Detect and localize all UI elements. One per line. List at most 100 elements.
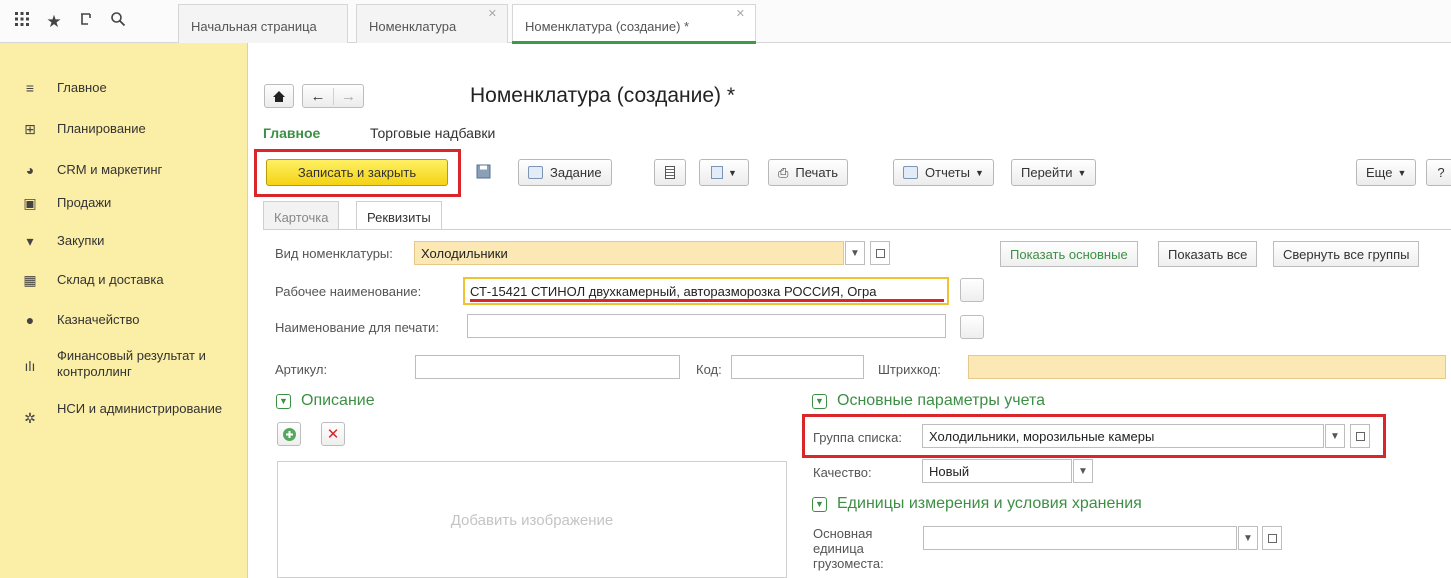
quality-dropdown-button[interactable]: ▼ [1073,459,1093,483]
tab-nomenclature-create-label: Номенклатура (создание) * [525,19,690,34]
tab-home[interactable]: Начальная страница [178,4,348,43]
printer-icon: ⎙ [778,164,789,180]
task-button[interactable]: Задание [518,159,612,186]
accounting-header[interactable]: ▼ Основные параметры учета [812,392,1045,410]
help-button-label: ? [1437,165,1445,180]
task-button-label: Задание [550,165,602,180]
sidebar-item-label: Склад и доставка [57,272,164,287]
chevron-down-icon: ▼ [974,167,984,178]
search-icon[interactable] [102,11,134,32]
collapse-groups-button[interactable]: Свернуть все группы [1273,241,1420,267]
unit-label: Основная единица грузоместа: [813,526,884,571]
create-based-on-button[interactable]: ▼ [699,159,749,186]
close-icon[interactable]: ✕ [488,7,497,20]
work-name-label: Рабочее наименование: [275,284,422,299]
star-icon[interactable]: ★ [38,12,70,32]
chevron-down-icon: ▼ [276,394,291,409]
more-button[interactable]: Еще ▼ [1356,159,1417,186]
quality-field[interactable]: Новый [922,459,1072,483]
ruble-coin-icon: ● [25,312,35,328]
forward-arrow-icon[interactable]: → [333,87,363,105]
code-label: Код: [696,362,722,377]
article-label: Артикул: [275,362,328,377]
kind-field[interactable]: Холодильники [414,241,844,265]
apps-grid-icon[interactable] [6,11,38,32]
top-icons: ★ [0,0,178,43]
show-main-button[interactable]: Показать основные [1000,241,1138,267]
unit-dropdown-button[interactable]: ▼ [1238,526,1258,550]
nav-back-forward: ← → [302,84,364,108]
kind-label: Вид номенклатуры: [275,246,393,261]
more-button-label: Еще [1366,165,1393,180]
sidebar-item-label: Закупки [57,233,105,248]
back-arrow-icon[interactable]: ← [303,88,333,105]
home-button[interactable] [264,84,294,108]
print-name-field[interactable] [467,314,946,338]
reports-button[interactable]: Отчеты ▼ [893,159,994,186]
work-name-value: СТ-15421 СТИНОЛ двухкамерный, авторазмор… [470,284,877,299]
chevron-down-icon: ▼ [812,394,827,409]
unit-field[interactable] [923,526,1237,550]
show-all-button[interactable]: Показать все [1158,241,1258,267]
delete-icon: ✕ [326,426,340,443]
save-icon[interactable] [472,160,494,182]
description-header-label: Описание [301,392,375,409]
sidebar-item-label: НСИ и администрирование [57,401,223,416]
add-image-label: Добавить изображение [450,512,614,529]
tab-card[interactable]: Карточка [263,201,340,229]
add-image-button[interactable] [277,422,301,446]
kind-dropdown-button[interactable]: ▼ [845,241,865,265]
gear-icon: ✲ [24,410,36,426]
section-main[interactable]: Главное [263,125,320,141]
work-name-action-button[interactable] [960,278,984,302]
sidebar: ≡ Главное ⊞ Планирование ◕ CRM и маркети… [0,43,248,578]
tab-home-label: Начальная страница [191,19,317,34]
close-icon[interactable]: ✕ [736,7,745,20]
sidebar-item-label: Главное [57,80,107,95]
show-main-label: Показать основные [1010,247,1128,262]
open-icon [1267,533,1277,543]
top-bar: ★ Начальная страница Номенклатура ✕ Номе… [0,0,1451,44]
unit-open-button[interactable] [1262,526,1282,550]
chevron-down-icon: ▼ [812,497,827,512]
tab-nomenclature-create[interactable]: Номенклатура (создание) * ✕ [512,4,756,44]
accounting-header-label: Основные параметры учета [837,392,1046,409]
warehouse-icon: ▦ [23,272,37,288]
show-all-label: Показать все [1168,247,1248,262]
task-icon [966,285,978,295]
cart-icon: ▾ [26,233,34,249]
image-placeholder[interactable]: Добавить изображение [277,461,787,578]
page-title: Номенклатура (создание) * [470,84,736,107]
tab-nomenclature-label: Номенклатура [369,19,457,34]
print-name-action-button[interactable] [960,315,984,339]
chevron-down-icon: ▼ [1077,167,1087,178]
code-field[interactable] [731,355,864,379]
help-button[interactable]: ? [1426,159,1451,186]
description-header[interactable]: ▼ Описание [276,392,375,410]
bar-chart-icon: ılı [24,358,36,374]
goto-button[interactable]: Перейти ▼ [1011,159,1097,186]
sidebar-item-label: Казначейство [57,312,140,327]
pie-chart-icon: ◕ [25,162,35,178]
history-icon[interactable] [70,11,102,32]
barcode-label: Штрихкод: [878,362,941,377]
document-button[interactable] [654,159,686,186]
barcode-field[interactable] [968,355,1446,379]
highlight-group [802,414,1386,458]
reports-icon [903,166,918,179]
units-header[interactable]: ▼ Единицы измерения и условия хранения [812,495,1142,513]
document-list-icon [665,166,675,179]
delete-image-button[interactable]: ✕ [321,422,345,446]
article-field[interactable] [415,355,680,379]
sidebar-item-label: Планирование [57,121,146,136]
tab-requisites-label: Реквизиты [367,210,431,225]
task-icon [966,322,978,332]
print-button-label: Печать [795,165,838,180]
collapse-groups-label: Свернуть все группы [1283,247,1410,262]
tab-nomenclature[interactable]: Номенклатура ✕ [356,4,508,43]
print-button[interactable]: ⎙ Печать [768,159,848,186]
tab-divider [263,229,1451,230]
tab-requisites[interactable]: Реквизиты [356,201,442,230]
section-trade-markups[interactable]: Торговые надбавки [370,125,495,141]
kind-open-button[interactable] [870,241,890,265]
